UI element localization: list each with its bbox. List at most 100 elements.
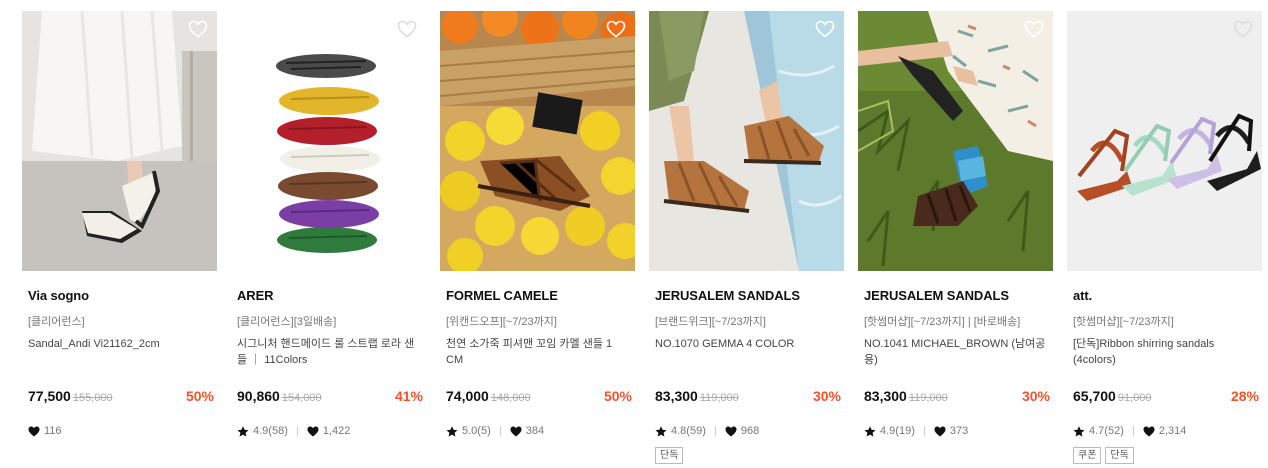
heart-filled-icon bbox=[307, 426, 319, 436]
rating: 4.9(19) bbox=[880, 425, 915, 437]
heart-filled-icon bbox=[1143, 426, 1155, 436]
product-photo bbox=[649, 11, 844, 271]
sale-price: 90,860 bbox=[237, 388, 280, 404]
product-meta: 116 bbox=[28, 423, 62, 439]
product-name[interactable]: NO.1041 MICHAEL_BROWN (남여공용) bbox=[864, 336, 1050, 368]
price-row: 77,500 155,000 50% bbox=[28, 388, 214, 408]
price-row: 83,300 119,000 30% bbox=[655, 388, 841, 408]
sale-price: 65,700 bbox=[1073, 388, 1116, 404]
product-photo bbox=[22, 11, 217, 271]
wishlist-heart-icon[interactable] bbox=[1024, 20, 1044, 38]
like-count: 116 bbox=[44, 425, 62, 437]
price-row: 74,000 148,000 50% bbox=[446, 388, 632, 408]
product-image[interactable] bbox=[231, 11, 426, 271]
brand-name[interactable]: ARER bbox=[237, 288, 274, 303]
price-row: 90,860 154,000 41% bbox=[237, 388, 423, 408]
divider bbox=[499, 426, 501, 436]
star-icon bbox=[446, 425, 458, 437]
product-photo bbox=[1067, 11, 1262, 271]
exclusive-badge: 단독 bbox=[1105, 447, 1134, 464]
discount-rate: 50% bbox=[603, 388, 632, 404]
rating: 5.0(5) bbox=[462, 425, 491, 437]
discount-rate: 28% bbox=[1230, 388, 1259, 404]
original-price: 119,000 bbox=[699, 392, 739, 404]
product-name[interactable]: NO.1070 GEMMA 4 COLOR bbox=[655, 336, 841, 352]
discount-rate: 30% bbox=[812, 388, 841, 404]
original-price: 155,000 bbox=[72, 392, 113, 404]
product-name[interactable]: 천연 소가죽 피셔맨 꼬임 카멜 샌들 1 CM bbox=[446, 336, 632, 368]
heart-filled-icon bbox=[510, 426, 522, 436]
product-meta: 5.0(5) 384 bbox=[446, 423, 544, 439]
price-row: 65,700 91,000 28% bbox=[1073, 388, 1259, 408]
product-name[interactable]: [단독]Ribbon shirring sandals (4colors) bbox=[1073, 336, 1259, 368]
heart-filled-icon bbox=[725, 426, 737, 436]
coupon-badge: 쿠폰 bbox=[1073, 447, 1102, 464]
divider bbox=[296, 426, 298, 436]
badge-list: 쿠폰 단독 bbox=[1073, 447, 1134, 464]
heart-filled-icon bbox=[28, 426, 40, 436]
star-icon bbox=[237, 425, 249, 437]
product-meta: 4.9(19) 373 bbox=[864, 423, 968, 439]
like-count: 384 bbox=[525, 425, 545, 437]
product-image[interactable] bbox=[440, 11, 635, 271]
product-meta: 4.9(58) 1,422 bbox=[237, 423, 350, 439]
wishlist-heart-icon[interactable] bbox=[1233, 20, 1253, 38]
product-name[interactable]: Sandal_Andi Vi21162_2cm bbox=[28, 336, 214, 352]
sale-price: 74,000 bbox=[446, 388, 489, 404]
product-name[interactable]: 시그니처 핸드메이드 룰 스트랩 로라 샌들 ｜ 11Colors bbox=[237, 336, 423, 368]
product-image[interactable] bbox=[22, 11, 217, 271]
promo-tag: [브랜드위크][~7/23까지] bbox=[655, 316, 766, 328]
like-count: 373 bbox=[949, 425, 969, 437]
star-icon bbox=[655, 425, 667, 437]
promo-tag: [클리어런스] bbox=[28, 316, 85, 328]
heart-filled-icon bbox=[934, 426, 946, 436]
product-image[interactable] bbox=[1067, 11, 1262, 271]
discount-rate: 50% bbox=[185, 388, 214, 404]
wishlist-heart-icon[interactable] bbox=[188, 20, 208, 38]
brand-name[interactable]: JERUSALEM SANDALS bbox=[864, 288, 1009, 303]
like-count: 2,314 bbox=[1158, 425, 1187, 437]
exclusive-badge: 단독 bbox=[655, 447, 684, 464]
product-card[interactable]: JERUSALEM SANDALS [브랜드위크][~7/23까지] NO.10… bbox=[649, 11, 844, 468]
product-card[interactable]: att. [핫썸머샵][~7/23까지] [단독]Ribbon shirring… bbox=[1067, 11, 1262, 468]
promo-tag: [클리어런스][3일배송] bbox=[237, 316, 337, 328]
original-price: 91,000 bbox=[1117, 392, 1152, 404]
product-photo bbox=[231, 11, 426, 271]
product-meta: 4.7(52) 2,314 bbox=[1073, 423, 1186, 439]
product-photo bbox=[440, 11, 635, 271]
brand-name[interactable]: FORMEL CAMELE bbox=[446, 288, 558, 303]
rating: 4.9(58) bbox=[253, 425, 288, 437]
star-icon bbox=[1073, 425, 1085, 437]
wishlist-heart-icon[interactable] bbox=[397, 20, 417, 38]
original-price: 148,000 bbox=[490, 392, 531, 404]
product-image[interactable] bbox=[858, 11, 1053, 271]
price-row: 83,300 119,000 30% bbox=[864, 388, 1050, 408]
brand-name[interactable]: JERUSALEM SANDALS bbox=[655, 288, 800, 303]
product-photo bbox=[858, 11, 1053, 271]
original-price: 119,000 bbox=[908, 392, 948, 404]
star-icon bbox=[864, 425, 876, 437]
promo-tag: [핫썸머샵][~7/23까지] bbox=[1073, 316, 1174, 328]
discount-rate: 30% bbox=[1021, 388, 1050, 404]
brand-name[interactable]: att. bbox=[1073, 288, 1092, 303]
rating: 4.8(59) bbox=[671, 425, 706, 437]
original-price: 154,000 bbox=[281, 392, 322, 404]
sale-price: 77,500 bbox=[28, 388, 71, 404]
product-card[interactable]: JERUSALEM SANDALS [핫썸머샵][~7/23까지] | [바로배… bbox=[858, 11, 1053, 468]
badge-list: 단독 bbox=[655, 447, 684, 464]
divider bbox=[714, 426, 716, 436]
like-count: 968 bbox=[740, 425, 760, 437]
brand-name[interactable]: Via sogno bbox=[28, 288, 89, 303]
product-grid: Via sogno [클리어런스] Sandal_Andi Vi21162_2c… bbox=[0, 0, 1268, 468]
product-image[interactable] bbox=[649, 11, 844, 271]
wishlist-heart-icon[interactable] bbox=[606, 20, 626, 38]
product-card[interactable]: FORMEL CAMELE [위캔드오프][~7/23까지] 천연 소가죽 피셔… bbox=[440, 11, 635, 468]
promo-tag: [핫썸머샵][~7/23까지] | [바로배송] bbox=[864, 316, 1021, 328]
wishlist-heart-icon[interactable] bbox=[815, 20, 835, 38]
product-card[interactable]: Via sogno [클리어런스] Sandal_Andi Vi21162_2c… bbox=[22, 11, 217, 468]
divider bbox=[923, 426, 925, 436]
sale-price: 83,300 bbox=[864, 388, 907, 404]
product-meta: 4.8(59) 968 bbox=[655, 423, 759, 439]
product-card[interactable]: ARER [클리어런스][3일배송] 시그니처 핸드메이드 룰 스트랩 로라 샌… bbox=[231, 11, 426, 468]
like-count: 1,422 bbox=[322, 425, 351, 437]
